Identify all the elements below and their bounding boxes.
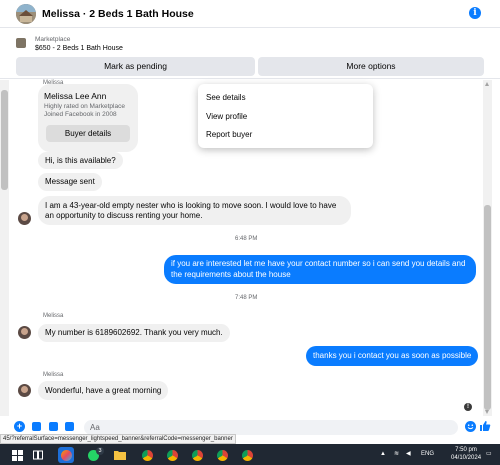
like-icon[interactable] — [479, 420, 491, 435]
message-input[interactable]: Aa — [84, 420, 458, 435]
message-bubble-outgoing[interactable]: if you are interested let me have your c… — [164, 255, 476, 284]
speaker-icon[interactable]: ◀ — [406, 444, 411, 465]
left-scrollbar[interactable] — [0, 80, 9, 416]
avatar[interactable] — [18, 384, 31, 397]
message-bubble[interactable]: I am a 43-year-old empty nester who is l… — [38, 196, 351, 225]
image-icon[interactable] — [32, 422, 41, 431]
message-bubble-outgoing[interactable]: thanks you i contact you as soon as poss… — [306, 346, 479, 366]
buyer-profile-card: Melissa Lee Ann Highly rated on Marketpl… — [38, 84, 138, 152]
seen-indicator-icon: ! — [464, 403, 472, 411]
avatar[interactable] — [18, 212, 31, 225]
buyer-rating: Highly rated on Marketplace — [44, 103, 125, 110]
status-bar-url: 45/?referralSurface=messenger_lightspeed… — [0, 434, 236, 444]
listing-summary[interactable]: $650 - 2 Beds 1 Bath House — [35, 45, 123, 52]
taskbar: ▲ ≋ ◀ ENG 7:50 pm 04/10/2024 ▭ — [0, 444, 500, 465]
message-bubble[interactable]: Message sent — [38, 173, 102, 191]
clock-time: 7:50 pm — [455, 447, 477, 453]
clock-date: 04/10/2024 — [451, 454, 482, 461]
language-indicator[interactable]: ENG — [421, 444, 434, 465]
more-options-button[interactable]: More options — [258, 57, 484, 76]
timestamp: 7:48 PM — [235, 295, 258, 301]
mark-as-pending-button[interactable]: Mark as pending — [16, 57, 255, 76]
timestamp: 6:48 PM — [235, 236, 258, 242]
message-bubble[interactable]: My number is 6189602692. Thank you very … — [38, 324, 230, 342]
info-icon[interactable]: i — [469, 7, 481, 19]
scrollbar-thumb[interactable] — [484, 205, 491, 410]
more-options-menu: See details View profile Report buyer — [198, 84, 373, 148]
clock[interactable]: 7:50 pm 04/10/2024 — [451, 447, 481, 462]
marketplace-listing-bar: Marketplace $650 - 2 Beds 1 Bath House M… — [0, 29, 500, 79]
chrome-icon[interactable] — [189, 447, 205, 463]
buyer-details-button[interactable]: Buyer details — [46, 125, 130, 142]
scroll-up-icon[interactable] — [485, 82, 489, 86]
file-explorer-icon[interactable] — [112, 447, 128, 463]
listing-thumbnail[interactable] — [16, 4, 36, 24]
buyer-name: Melissa Lee Ann — [44, 91, 107, 101]
photos-icon[interactable] — [58, 447, 74, 463]
gif-icon[interactable] — [65, 422, 74, 431]
sticker-icon[interactable] — [49, 422, 58, 431]
conversation-title: Melissa · 2 Beds 1 Bath House — [42, 8, 194, 20]
notification-icon[interactable]: ▭ — [486, 444, 492, 465]
message-bubble[interactable]: Hi, is this available? — [38, 152, 123, 169]
scrollbar[interactable] — [483, 80, 492, 416]
chrome-icon[interactable] — [164, 447, 180, 463]
conversation-header: Melissa · 2 Beds 1 Bath House i — [0, 0, 500, 28]
menu-item-report-buyer[interactable]: Report buyer — [206, 130, 252, 139]
emoji-icon[interactable] — [465, 421, 476, 432]
menu-item-view-profile[interactable]: View profile — [206, 112, 247, 121]
windows-icon[interactable] — [9, 447, 25, 463]
left-scrollbar-thumb[interactable] — [1, 90, 8, 190]
chrome-icon[interactable] — [214, 447, 230, 463]
buyer-joined: Joined Facebook in 2008 — [44, 111, 117, 118]
sender-label: Melissa — [43, 372, 64, 378]
scroll-down-icon[interactable] — [485, 410, 489, 414]
task-view-icon[interactable] — [30, 447, 46, 463]
sender-label: Melissa — [43, 313, 64, 319]
message-bubble[interactable]: Wonderful, have a great morning — [38, 381, 169, 400]
whatsapp-badge: 3 — [96, 447, 104, 455]
avatar[interactable] — [18, 326, 31, 339]
chrome-icon[interactable] — [139, 447, 155, 463]
listing-source: Marketplace — [35, 36, 71, 43]
message-composer: + Aa — [0, 418, 500, 435]
listing-small-thumbnail — [16, 38, 26, 48]
menu-item-see-details[interactable]: See details — [206, 93, 246, 102]
chrome-icon[interactable] — [239, 447, 255, 463]
wifi-icon[interactable]: ≋ — [394, 444, 399, 465]
tray-overflow-icon[interactable]: ▲ — [380, 444, 386, 465]
add-icon[interactable]: + — [14, 421, 25, 432]
